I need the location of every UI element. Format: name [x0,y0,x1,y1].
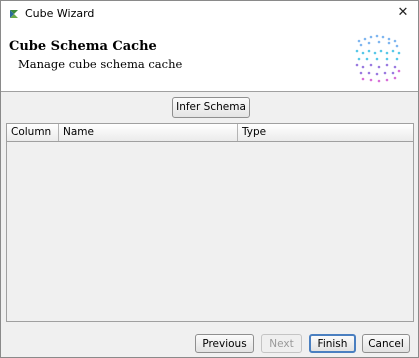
cube-wizard-dialog: Cube Wizard ✕ Cube Schema Cache Manage c… [0,0,419,358]
title-bar: Cube Wizard ✕ [1,1,418,27]
window-title: Cube Wizard [25,7,95,20]
next-button[interactable]: Next [261,334,302,353]
previous-button[interactable]: Previous [195,334,254,353]
column-header-type[interactable]: Type [238,124,413,141]
column-header-column[interactable]: Column [7,124,59,141]
page-title: Cube Schema Cache [9,39,157,54]
page-subtitle: Manage cube schema cache [18,57,183,71]
finish-button[interactable]: Finish [309,334,356,353]
column-header-name[interactable]: Name [59,124,238,141]
cancel-button[interactable]: Cancel [362,334,410,353]
table-header: Column Name Type [7,124,413,142]
close-button[interactable]: ✕ [388,1,418,27]
wizard-header: Cube Schema Cache Manage cube schema cac… [1,27,418,92]
cube-wizard-logo-icon [355,34,401,83]
infer-schema-button[interactable]: Infer Schema [172,97,250,118]
schema-table[interactable]: Column Name Type [6,123,414,322]
close-icon: ✕ [397,5,409,20]
app-icon [10,10,18,18]
